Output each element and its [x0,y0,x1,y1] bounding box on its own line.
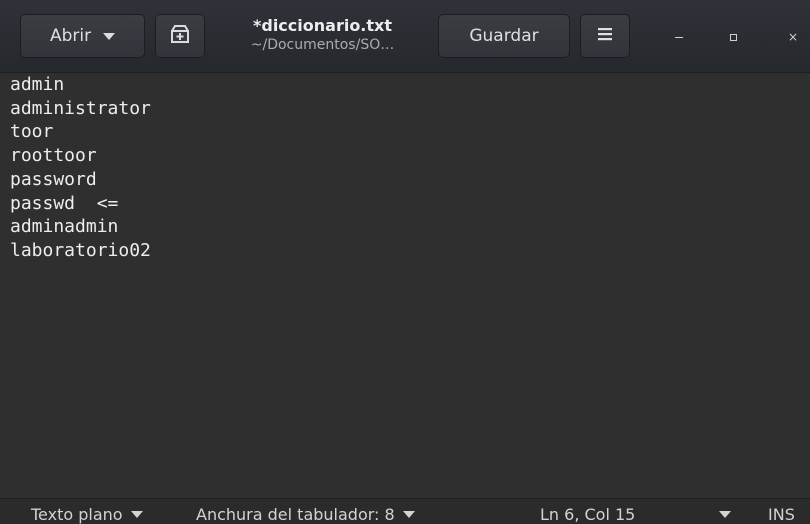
chevron-down-icon [719,511,731,518]
minimize-icon [675,36,683,38]
chevron-down-icon [402,511,415,518]
title-block: *diccionario.txt ~/Documentos/SO… [215,16,430,54]
close-button[interactable]: × [778,22,808,52]
chevron-down-icon [103,32,116,40]
chevron-down-icon [130,511,143,518]
close-icon: × [787,30,799,44]
new-document-button[interactable] [155,14,205,58]
tab-width-selector[interactable]: Anchura del tabulador: 8 [196,505,415,524]
editor-line: admin [10,74,65,95]
text-editor-window: Abrir *diccionario.txt ~/Documentos/SO… … [0,0,810,524]
open-button-label: Abrir [49,26,92,46]
editor-line: administrator [10,97,151,119]
menu-button[interactable] [580,14,630,58]
maximize-icon [729,33,737,41]
status-bar: Texto plano Anchura del tabulador: 8 Ln … [0,498,810,524]
open-button[interactable]: Abrir [20,14,145,58]
cursor-position[interactable]: Ln 6, Col 15 [540,505,635,524]
document-path: ~/Documentos/SO… [250,37,395,53]
cursor-position-label: Ln 6, Col 15 [540,505,636,524]
editor-line: password [10,168,97,190]
editor-line: toor [10,121,54,143]
language-label: Texto plano [31,505,123,524]
overwrite-mode-dropdown[interactable] [711,511,731,518]
insert-mode-label: INS [768,505,795,524]
maximize-button[interactable] [718,22,748,52]
hamburger-menu-icon [597,26,613,46]
editor-line: adminadmin [10,216,119,238]
editor-line: passwd <= [10,192,119,214]
document-title: *diccionario.txt [253,16,392,35]
new-document-icon [170,24,190,48]
editor-line: laboratorio02 [10,239,151,261]
save-button[interactable]: Guardar [438,14,570,58]
minimize-button[interactable] [664,22,694,52]
tab-width-label: Anchura del tabulador: 8 [196,505,395,524]
header-bar: Abrir *diccionario.txt ~/Documentos/SO… … [0,0,810,72]
text-editor-area[interactable]: admin administrator toor roottoor passwo… [0,72,810,498]
editor-content[interactable]: admin administrator toor roottoor passwo… [0,73,810,263]
language-selector[interactable]: Texto plano [31,505,143,524]
insert-mode-indicator[interactable]: INS [768,505,795,524]
editor-line: roottoor [10,145,97,167]
